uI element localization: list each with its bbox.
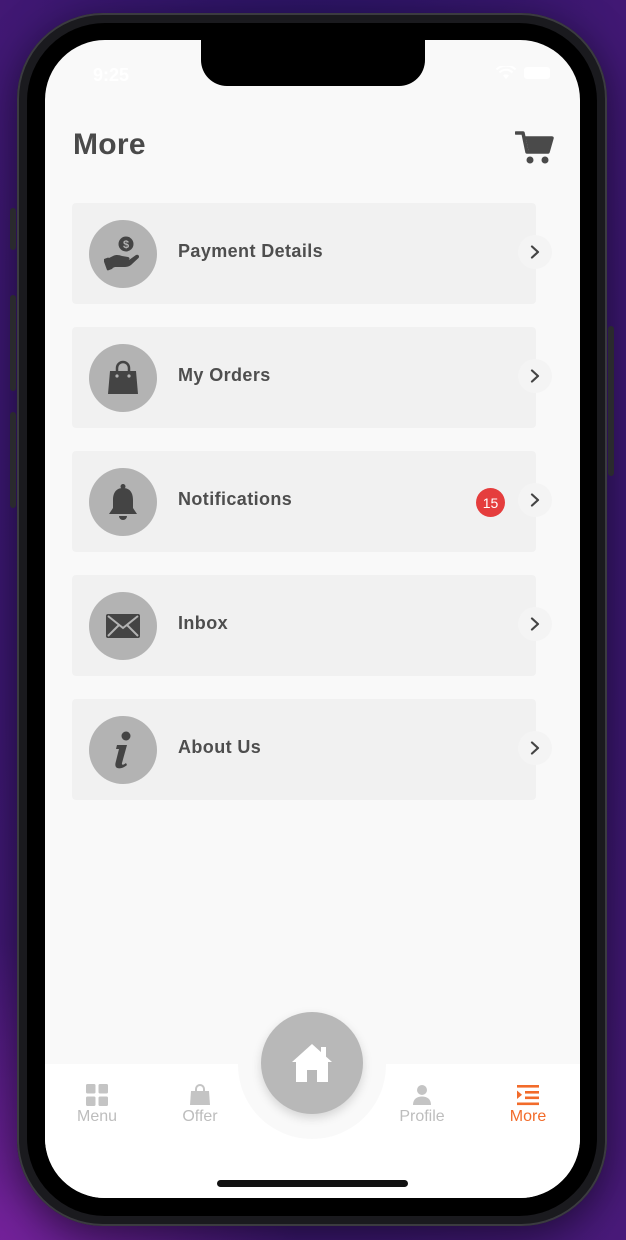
home-icon: [292, 1044, 332, 1082]
nav-item-offer[interactable]: Offer: [160, 1084, 240, 1126]
icon-circle: $: [89, 220, 157, 288]
notification-count-badge: 15: [476, 488, 505, 517]
nav-item-more[interactable]: More: [488, 1084, 568, 1126]
page-title: More: [73, 128, 146, 161]
nav-label: Offer: [182, 1108, 218, 1125]
menu-label: Inbox: [178, 613, 228, 633]
menu-label: Notifications: [178, 489, 293, 509]
person-icon: [413, 1085, 431, 1105]
menu-item-inbox[interactable]: Inbox: [72, 575, 552, 676]
menu-label: About Us: [178, 737, 262, 757]
icon-circle: [89, 716, 157, 784]
cart-button[interactable]: [514, 130, 555, 166]
menu-list: $ Payment Details My Orders Notification…: [72, 203, 552, 823]
battery-icon: [524, 67, 550, 79]
wifi-icon: [496, 66, 516, 79]
icon-circle: [89, 592, 157, 660]
info-icon: [115, 731, 131, 769]
chevron-right-icon: [518, 359, 552, 393]
status-icons: [496, 66, 550, 80]
app-screen: 9:25 More $ Payment Details My Orders No…: [45, 40, 580, 1198]
home-button[interactable]: [261, 1012, 363, 1114]
notch: [201, 40, 425, 86]
nav-label: Menu: [76, 1108, 118, 1125]
chevron-right-icon: [518, 483, 552, 517]
nav-label: More: [509, 1108, 547, 1125]
menu-item-about-us[interactable]: About Us: [72, 699, 552, 800]
menu-item-notifications[interactable]: Notifications 15: [72, 451, 552, 552]
chevron-right-icon: [518, 235, 552, 269]
chevron-right-icon: [518, 607, 552, 641]
menu-item-payment-details[interactable]: $ Payment Details: [72, 203, 552, 304]
icon-circle: [89, 344, 157, 412]
menu-label: My Orders: [178, 365, 271, 385]
nav-item-profile[interactable]: Profile: [382, 1084, 462, 1126]
power-button: [608, 326, 614, 476]
shopping-bag-icon: [108, 360, 138, 394]
envelope-icon: [106, 614, 140, 638]
bag-icon: [190, 1084, 210, 1105]
svg-text:$: $: [123, 239, 129, 251]
volume-up-button: [10, 295, 16, 391]
home-indicator: [217, 1180, 408, 1187]
mute-switch: [10, 208, 16, 250]
payment-hand-icon: $: [104, 236, 140, 271]
bell-icon: [109, 484, 137, 520]
icon-circle: [89, 468, 157, 536]
list-icon: [517, 1085, 539, 1106]
grid-icon: [86, 1084, 108, 1106]
menu-label: Payment Details: [178, 241, 324, 261]
status-time: 9:25: [93, 65, 130, 85]
nav-label: Profile: [399, 1108, 445, 1125]
menu-item-my-orders[interactable]: My Orders: [72, 327, 552, 428]
chevron-right-icon: [518, 731, 552, 765]
cart-icon: [514, 131, 554, 164]
volume-down-button: [10, 412, 16, 508]
nav-item-menu[interactable]: Menu: [57, 1084, 137, 1126]
